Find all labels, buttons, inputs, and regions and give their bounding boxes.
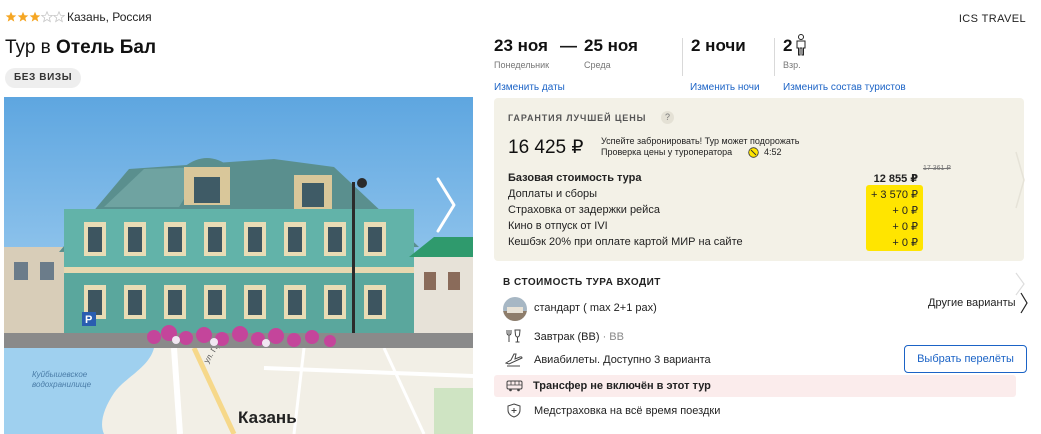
date-to[interactable]: 25 ноя Среда — [584, 36, 638, 70]
price-row-value: + 0 ₽ — [892, 205, 918, 217]
meal-plan-separator: · — [599, 331, 610, 343]
divider — [774, 38, 775, 76]
room-thumbnail[interactable] — [503, 297, 527, 321]
included-title: В СТОИМОСТЬ ТУРА ВХОДИТ — [503, 277, 661, 288]
airplane-icon — [505, 353, 523, 367]
svg-text:P: P — [85, 314, 92, 326]
hotel-photo[interactable]: P — [4, 97, 473, 348]
price-row-value: + 3 570 ₽ — [870, 189, 918, 201]
map-water-label-line2: водохранилище — [32, 380, 92, 389]
star-filled-icon — [17, 11, 29, 22]
shield-icon — [507, 403, 521, 418]
price-row-label: Базовая стоимость тура — [508, 172, 642, 184]
chevron-right-icon[interactable] — [432, 175, 460, 235]
price-row-value: + 0 ₽ — [892, 237, 918, 249]
star-filled-icon — [29, 11, 41, 22]
star-empty-icon — [53, 11, 65, 23]
divider — [682, 38, 683, 76]
help-icon[interactable]: ? — [661, 111, 674, 124]
medical-insurance: Медстраховка на всё время поездки — [534, 405, 721, 417]
cutlery-icon — [506, 329, 521, 343]
price-row-cashback: Кешбэк 20% при оплате картой МИР на сайт… — [508, 235, 928, 251]
choose-flights-button[interactable]: Выбрать перелёты — [904, 345, 1027, 373]
star-empty-icon — [41, 11, 53, 23]
change-tourists-link[interactable]: Изменить состав туристов — [783, 82, 906, 93]
timer-icon — [748, 147, 759, 158]
adults-label: Взр. — [783, 60, 801, 70]
flights-info: Авиабилеты. Доступно 3 варианта — [534, 354, 711, 366]
page-title: Тур в Отель Бал — [5, 37, 156, 59]
visa-badge: БЕЗ ВИЗЫ — [5, 68, 82, 88]
price-breakdown: Базовая стоимость тура 12 855 ₽ Доплаты … — [508, 171, 928, 251]
price-check-message: Проверка цены у туроператора — [601, 147, 733, 157]
price-row-label: Страховка от задержки рейса — [508, 204, 660, 216]
change-dates-link[interactable]: Изменить даты — [494, 82, 565, 93]
map-city-label: Казань — [238, 408, 297, 427]
price-row-value: 12 855 ₽ — [873, 173, 918, 185]
hotel-stars — [5, 11, 65, 23]
title-prefix: Тур в — [5, 37, 51, 58]
meal-plan-code: BB — [609, 331, 624, 343]
nights[interactable]: 2 ночи — [691, 36, 746, 56]
nights-value: 2 ночи — [691, 36, 746, 55]
best-price-guarantee: ГАРАНТИЯ ЛУЧШЕЙ ЦЕНЫ — [508, 113, 647, 123]
price-row-label: Кешбэк 20% при оплате картой МИР на сайт… — [508, 236, 743, 248]
date-to-day: Среда — [584, 60, 611, 70]
price-row-label: Кино в отпуск от IVI — [508, 220, 608, 232]
tour-operator: ICS TRAVEL — [958, 13, 1026, 25]
date-to-value: 25 ноя — [584, 36, 638, 55]
price-row-value: + 0 ₽ — [892, 221, 918, 233]
countdown-timer: 4:52 — [764, 147, 782, 157]
date-from-value: 23 ноя — [494, 36, 548, 55]
total-price: 16 425 ₽ — [508, 137, 584, 158]
date-from-day: Понедельник — [494, 60, 550, 70]
price-row-ivi: Кино в отпуск от IVI + 0 ₽ — [508, 219, 928, 235]
other-variants-link[interactable]: Другие варианты — [928, 297, 1016, 309]
hotel-name: Отель Бал — [56, 37, 157, 58]
room-type: стандарт ( max 2+1 pax) — [534, 302, 657, 314]
price-row-label: Доплаты и сборы — [508, 188, 598, 200]
location-map[interactable]: Куйбышевское водохранилище ул. Пушкина К… — [4, 348, 473, 434]
price-row-base: Базовая стоимость тура 12 855 ₽ — [508, 171, 928, 187]
bus-icon — [506, 380, 523, 392]
hurry-message: Успейте забронировать! Тур может подорож… — [601, 136, 800, 146]
change-nights-link[interactable]: Изменить ночи — [690, 82, 760, 93]
meal-plan: Завтрак (BB) · BB — [534, 331, 624, 343]
price-panel: ГАРАНТИЯ ЛУЧШЕЙ ЦЕНЫ ? 16 425 ₽ Успейте … — [494, 98, 1024, 261]
price-row-fees: Доплаты и сборы + 3 570 ₽ — [508, 187, 928, 203]
price-row-insurance: Страховка от задержки рейса + 0 ₽ — [508, 203, 928, 219]
chevron-right-icon[interactable] — [1015, 150, 1025, 210]
hotel-location: Казань, Россия — [67, 10, 152, 24]
map-water-label: Куйбышевское водохранилище — [32, 370, 91, 390]
meal-plan-name: Завтрак (BB) — [534, 331, 600, 343]
chevron-right-icon[interactable] — [1019, 291, 1029, 315]
star-filled-icon — [5, 11, 17, 22]
date-separator: — — [560, 36, 577, 55]
date-from[interactable]: 23 ноя Понедельник — [494, 36, 549, 70]
map-water-label-line1: Куйбышевское — [32, 370, 88, 379]
adult-person-icon — [796, 34, 806, 56]
transfer-text: Трансфер не включён в этот тур — [533, 380, 711, 392]
